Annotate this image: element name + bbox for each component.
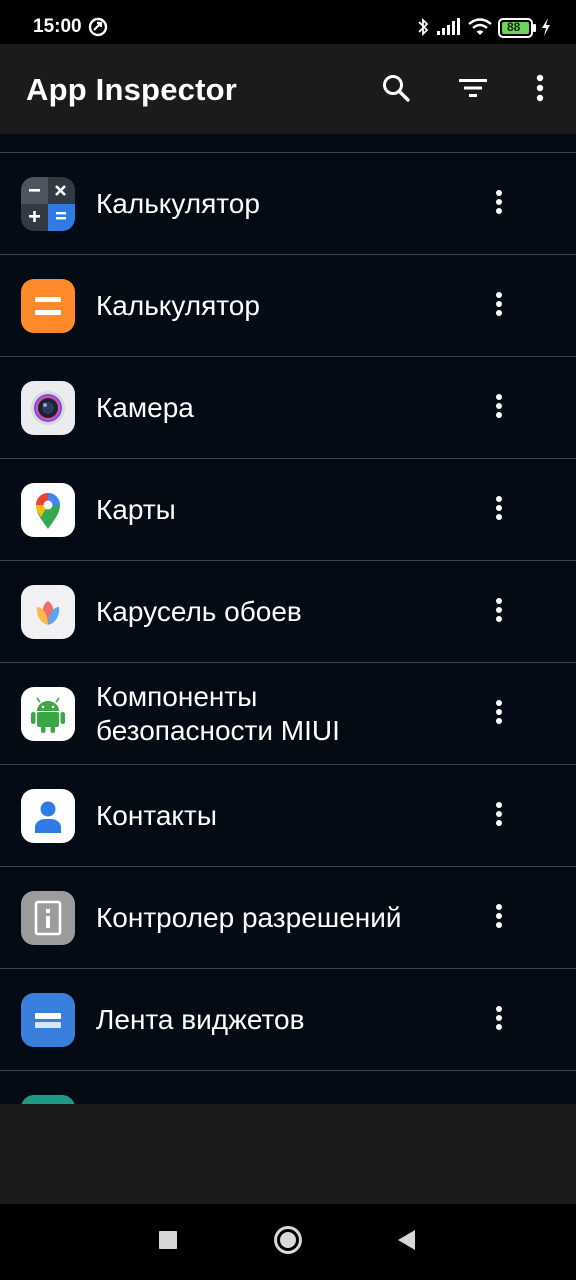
navigation-bar: [0, 1204, 576, 1280]
calculator-grid-icon: [21, 177, 75, 231]
more-vertical-icon: [495, 903, 503, 934]
empty-area: [0, 1104, 576, 1204]
contacts-person-icon: [21, 789, 75, 843]
item-more-button[interactable]: [484, 490, 514, 530]
bluetooth-icon: [416, 17, 430, 42]
app-toolbar: App Inspector: [0, 44, 576, 134]
app-icon-partial: [21, 1095, 75, 1104]
item-more-button[interactable]: [484, 286, 514, 326]
home-circle-icon: [273, 1225, 303, 1260]
data-saver-icon: [88, 17, 108, 42]
list-item[interactable]: Контролер разрешений: [0, 867, 576, 969]
item-more-button[interactable]: [484, 388, 514, 428]
more-vertical-icon: [495, 393, 503, 424]
item-more-button[interactable]: [484, 1000, 514, 1040]
item-more-button[interactable]: [484, 898, 514, 938]
filter-button[interactable]: [451, 68, 495, 112]
more-vertical-icon: [495, 189, 503, 220]
item-more-button[interactable]: [484, 694, 514, 734]
back-button[interactable]: [386, 1222, 426, 1262]
more-vertical-icon: [495, 801, 503, 832]
charging-bolt-icon: [540, 17, 552, 42]
home-button[interactable]: [268, 1222, 308, 1262]
app-label-line1: Компоненты: [96, 681, 258, 712]
calculator-orange-icon: [21, 279, 75, 333]
search-icon: [381, 73, 411, 108]
android-robot-icon: [21, 687, 75, 741]
more-vertical-icon: [536, 74, 544, 107]
more-vertical-icon: [495, 291, 503, 322]
list-item[interactable]: Карусель обоев: [0, 561, 576, 663]
more-vertical-icon: [495, 1005, 503, 1036]
overflow-menu-button[interactable]: [518, 68, 562, 112]
more-vertical-icon: [495, 597, 503, 628]
back-triangle-icon: [395, 1228, 417, 1257]
more-vertical-icon: [495, 699, 503, 730]
app-label: Лента виджетов: [96, 1004, 305, 1035]
list-item[interactable]: Компоненты безопасности MIUI: [0, 663, 576, 765]
recents-button[interactable]: [148, 1222, 188, 1262]
wifi-icon: [468, 18, 492, 41]
app-label: Карты: [96, 494, 176, 525]
status-time: 15:00: [33, 16, 82, 37]
list-item[interactable]: Контакты: [0, 765, 576, 867]
camera-icon: [21, 381, 75, 435]
battery-level: 88: [507, 20, 521, 34]
status-bar: 15:00 88: [0, 0, 576, 44]
cell-signal-icon: [436, 18, 460, 41]
filter-icon: [458, 76, 488, 105]
widget-feed-icon: [21, 993, 75, 1047]
app-label: Калькулятор: [96, 290, 260, 321]
app-label: Камера: [96, 392, 194, 423]
app-label: Калькулятор: [96, 188, 260, 219]
permission-controller-icon: [21, 891, 75, 945]
list-item[interactable]: Калькулятор: [0, 255, 576, 357]
list-item[interactable]: [0, 1071, 576, 1104]
app-list: Калькулятор Калькулятор Камера Карты Кар…: [0, 134, 576, 1104]
app-label: Карусель обоев: [96, 596, 302, 627]
app-label: Контакты: [96, 800, 217, 831]
more-vertical-icon: [495, 495, 503, 526]
item-more-button[interactable]: [484, 796, 514, 836]
list-item[interactable]: Лента виджетов: [0, 969, 576, 1071]
list-item[interactable]: Камера: [0, 357, 576, 459]
list-item[interactable]: Карты: [0, 459, 576, 561]
page-title: App Inspector: [26, 72, 238, 107]
list-item[interactable]: Калькулятор: [0, 153, 576, 255]
wallpaper-carousel-icon: [21, 585, 75, 639]
search-button[interactable]: [374, 68, 418, 112]
app-label-line2: безопасности MIUI: [96, 715, 340, 746]
item-more-button[interactable]: [484, 184, 514, 224]
maps-pin-icon: [21, 483, 75, 537]
app-label: Контролер разрешений: [96, 902, 402, 933]
recents-square-icon: [158, 1230, 178, 1255]
item-more-button[interactable]: [484, 592, 514, 632]
